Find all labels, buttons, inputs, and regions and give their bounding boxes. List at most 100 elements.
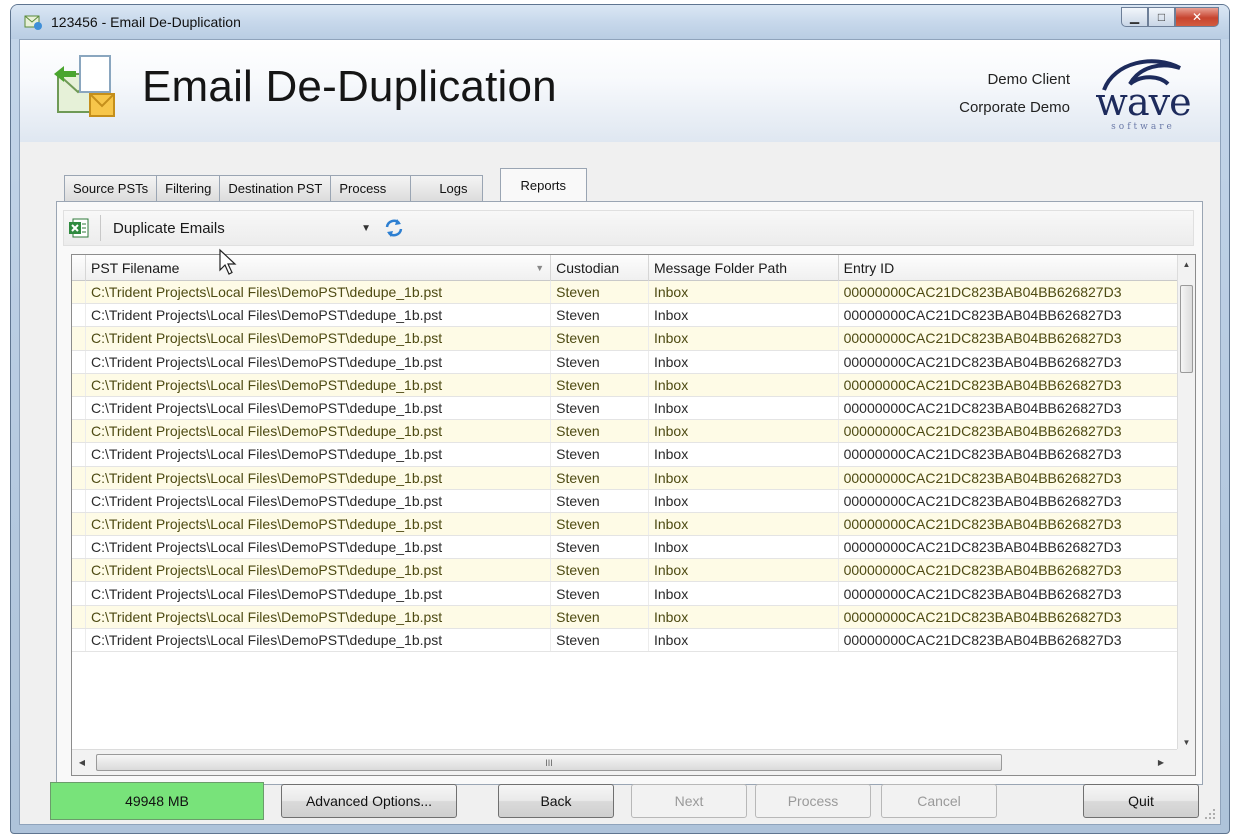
pst-filename-cell[interactable]: C:\Trident Projects\Local Files\DemoPST\…	[86, 443, 552, 466]
entry-id-cell[interactable]: 00000000CAC21DC823BAB04BB626827D3	[839, 559, 1177, 581]
resize-grip-icon[interactable]	[1204, 808, 1216, 820]
folder-path-cell[interactable]: Inbox	[649, 582, 839, 605]
custodian-cell[interactable]: Steven	[551, 396, 649, 420]
table-row[interactable]: C:\Trident Projects\Local Files\DemoPST\…	[72, 327, 1177, 351]
row-header-cell[interactable]	[72, 281, 86, 304]
custodian-cell[interactable]: Steven	[551, 443, 649, 466]
tab-process[interactable]: Process	[330, 175, 412, 201]
table-row[interactable]: C:\Trident Projects\Local Files\DemoPST\…	[72, 396, 1177, 421]
custodian-cell[interactable]: Steven	[551, 512, 649, 536]
pst-filename-cell[interactable]: C:\Trident Projects\Local Files\DemoPST\…	[86, 281, 552, 304]
pst-filename-cell[interactable]: C:\Trident Projects\Local Files\DemoPST\…	[86, 536, 552, 559]
tab-filtering[interactable]: Filtering	[156, 175, 221, 201]
minimize-button[interactable]: ▁	[1121, 7, 1148, 27]
row-header-cell[interactable]	[72, 605, 86, 628]
row-header-cell[interactable]	[72, 396, 86, 420]
back-button[interactable]: Back	[498, 784, 614, 818]
row-header-cell[interactable]	[72, 420, 86, 443]
table-row[interactable]: C:\Trident Projects\Local Files\DemoPST\…	[72, 304, 1177, 328]
row-header-cell[interactable]	[72, 373, 86, 396]
pst-filename-cell[interactable]: C:\Trident Projects\Local Files\DemoPST\…	[86, 420, 552, 443]
vertical-scrollbar[interactable]: ▲ ▼	[1177, 255, 1195, 751]
row-header-cell[interactable]	[72, 327, 86, 350]
folder-path-cell[interactable]: Inbox	[649, 396, 839, 420]
row-header-cell[interactable]	[72, 559, 86, 582]
entry-id-cell[interactable]: 00000000CAC21DC823BAB04BB626827D3	[839, 327, 1177, 349]
custodian-cell[interactable]: Steven	[551, 373, 649, 396]
entry-id-cell[interactable]: 00000000CAC21DC823BAB04BB626827D3	[839, 606, 1177, 628]
folder-path-cell[interactable]: Inbox	[649, 350, 839, 373]
tab-logs[interactable]: Logs	[410, 175, 483, 201]
table-row[interactable]: C:\Trident Projects\Local Files\DemoPST\…	[72, 443, 1177, 467]
row-header-cell[interactable]	[72, 489, 86, 512]
pst-filename-cell[interactable]: C:\Trident Projects\Local Files\DemoPST\…	[86, 327, 552, 350]
entry-id-cell[interactable]: 00000000CAC21DC823BAB04BB626827D3	[839, 443, 1177, 465]
pst-filename-cell[interactable]: C:\Trident Projects\Local Files\DemoPST\…	[86, 489, 552, 512]
folder-path-cell[interactable]: Inbox	[649, 373, 839, 396]
entry-id-cell[interactable]: 00000000CAC21DC823BAB04BB626827D3	[839, 351, 1177, 373]
refresh-icon[interactable]	[383, 217, 405, 239]
table-row[interactable]: C:\Trident Projects\Local Files\DemoPST\…	[72, 512, 1177, 537]
horizontal-scroll-thumb[interactable]: III	[96, 754, 1002, 771]
entry-id-cell[interactable]: 00000000CAC21DC823BAB04BB626827D3	[839, 629, 1177, 651]
folder-path-cell[interactable]: Inbox	[649, 605, 839, 628]
pst-filename-cell[interactable]: C:\Trident Projects\Local Files\DemoPST\…	[86, 373, 552, 396]
excel-export-icon[interactable]	[68, 217, 90, 239]
custodian-cell[interactable]: Steven	[551, 628, 649, 651]
scroll-up-icon[interactable]: ▲	[1178, 255, 1195, 273]
entry-id-cell[interactable]: 00000000CAC21DC823BAB04BB626827D3	[839, 397, 1177, 419]
duplicate-emails-grid[interactable]: PST Filename ▼ Custodian Message Folder …	[71, 254, 1196, 776]
tab-destination-pst[interactable]: Destination PST	[219, 175, 332, 201]
folder-path-cell[interactable]: Inbox	[649, 559, 839, 582]
vertical-scroll-thumb[interactable]	[1180, 285, 1193, 373]
entry-id-cell[interactable]: 00000000CAC21DC823BAB04BB626827D3	[839, 513, 1177, 535]
close-button[interactable]: ✕	[1175, 7, 1219, 27]
custodian-cell[interactable]: Steven	[551, 466, 649, 489]
maximize-button[interactable]: □	[1148, 7, 1175, 27]
custodian-cell[interactable]: Steven	[551, 536, 649, 559]
quit-button[interactable]: Quit	[1083, 784, 1199, 818]
row-header-cell[interactable]	[72, 350, 86, 373]
pst-filename-cell[interactable]: C:\Trident Projects\Local Files\DemoPST\…	[86, 350, 552, 373]
horizontal-scrollbar[interactable]: ◀ III ▶	[72, 749, 1177, 775]
table-row[interactable]: C:\Trident Projects\Local Files\DemoPST\…	[72, 489, 1177, 513]
folder-path-cell[interactable]: Inbox	[649, 512, 839, 536]
tab-source-psts[interactable]: Source PSTs	[64, 175, 158, 201]
folder-path-cell[interactable]: Inbox	[649, 327, 839, 350]
table-row[interactable]: C:\Trident Projects\Local Files\DemoPST\…	[72, 536, 1177, 560]
title-bar[interactable]: 123456 - Email De-Duplication ▁ □ ✕	[11, 5, 1229, 39]
custodian-cell[interactable]: Steven	[551, 559, 649, 582]
pst-filename-cell[interactable]: C:\Trident Projects\Local Files\DemoPST\…	[86, 466, 552, 489]
custodian-cell[interactable]: Steven	[551, 350, 649, 373]
table-row[interactable]: C:\Trident Projects\Local Files\DemoPST\…	[72, 281, 1177, 305]
table-row[interactable]: C:\Trident Projects\Local Files\DemoPST\…	[72, 582, 1177, 606]
custodian-cell[interactable]: Steven	[551, 489, 649, 512]
pst-filename-cell[interactable]: C:\Trident Projects\Local Files\DemoPST\…	[86, 582, 552, 605]
folder-path-cell[interactable]: Inbox	[649, 489, 839, 512]
scroll-right-icon[interactable]: ▶	[1151, 758, 1171, 767]
column-header-custodian[interactable]: Custodian	[551, 255, 649, 281]
row-header-cell[interactable]	[72, 536, 86, 559]
table-row[interactable]: C:\Trident Projects\Local Files\DemoPST\…	[72, 373, 1177, 397]
report-type-dropdown[interactable]: Duplicate Emails ▼	[109, 215, 377, 241]
custodian-cell[interactable]: Steven	[551, 582, 649, 605]
row-header-cell[interactable]	[72, 443, 86, 466]
column-header-entry-id[interactable]: Entry ID	[839, 255, 1177, 281]
entry-id-cell[interactable]: 00000000CAC21DC823BAB04BB626827D3	[839, 374, 1177, 396]
entry-id-cell[interactable]: 00000000CAC21DC823BAB04BB626827D3	[839, 490, 1177, 512]
entry-id-cell[interactable]: 00000000CAC21DC823BAB04BB626827D3	[839, 467, 1177, 489]
table-row[interactable]: C:\Trident Projects\Local Files\DemoPST\…	[72, 559, 1177, 583]
folder-path-cell[interactable]: Inbox	[649, 281, 839, 304]
custodian-cell[interactable]: Steven	[551, 281, 649, 304]
custodian-cell[interactable]: Steven	[551, 605, 649, 628]
entry-id-cell[interactable]: 00000000CAC21DC823BAB04BB626827D3	[839, 582, 1177, 604]
row-header-cell[interactable]	[72, 512, 86, 536]
pst-filename-cell[interactable]: C:\Trident Projects\Local Files\DemoPST\…	[86, 512, 552, 536]
row-header-cell[interactable]	[72, 628, 86, 651]
folder-path-cell[interactable]: Inbox	[649, 304, 839, 327]
row-header-cell[interactable]	[72, 582, 86, 605]
custodian-cell[interactable]: Steven	[551, 304, 649, 327]
table-row[interactable]: C:\Trident Projects\Local Files\DemoPST\…	[72, 628, 1177, 652]
row-header-cell[interactable]	[72, 304, 86, 327]
tab-reports[interactable]: Reports	[499, 168, 588, 201]
